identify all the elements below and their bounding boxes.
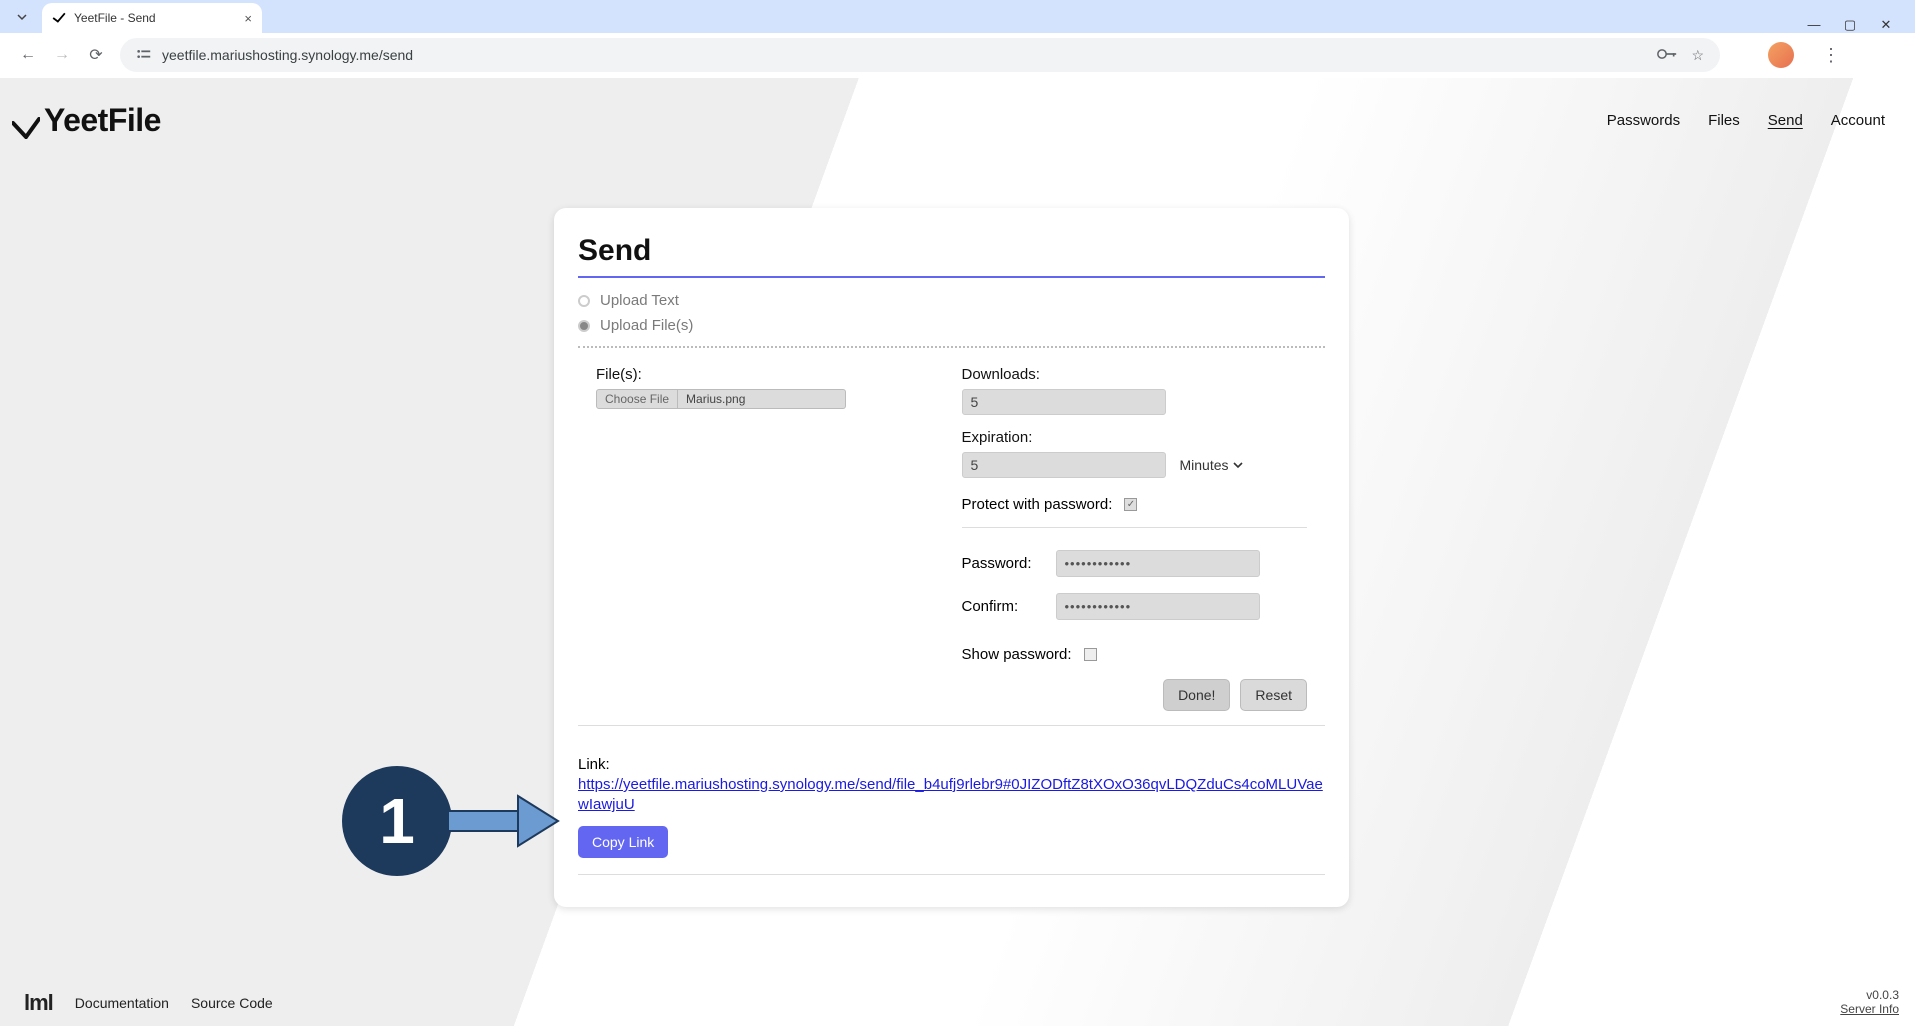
password-input[interactable] (1056, 550, 1260, 577)
separator-3 (578, 874, 1325, 875)
downloads-label: Downloads: (962, 366, 1308, 383)
nav-files[interactable]: Files (1708, 112, 1740, 129)
tab-close-icon[interactable]: × (244, 11, 252, 26)
footer-documentation-link[interactable]: Documentation (75, 995, 169, 1011)
confirm-input[interactable] (1056, 593, 1260, 620)
card-title: Send (578, 234, 1325, 268)
annotation: 1 (342, 766, 568, 876)
expiration-unit-text: Minutes (1180, 457, 1229, 473)
password-section: Password: Confirm: (962, 542, 1308, 628)
window-maximize-icon[interactable]: ▢ (1841, 17, 1859, 33)
nav-forward-icon[interactable]: → (52, 46, 72, 64)
annotation-arrow-icon (448, 786, 568, 856)
browser-tab[interactable]: YeetFile - Send × (42, 3, 262, 33)
logo-icon (12, 110, 40, 132)
url-text: yeetfile.mariushosting.synology.me/send (162, 47, 413, 63)
radio-upload-files-label: Upload File(s) (600, 317, 693, 334)
downloads-input[interactable] (962, 389, 1166, 415)
nav-reload-icon[interactable]: ⟳ (86, 45, 106, 65)
browser-menu-icon[interactable]: ⋮ (1822, 45, 1840, 66)
files-label: File(s): (596, 366, 942, 383)
protect-password-label: Protect with password: (962, 496, 1113, 513)
file-input[interactable]: Choose File Marius.png (596, 389, 846, 409)
nav-passwords[interactable]: Passwords (1607, 112, 1680, 129)
expiration-label: Expiration: (962, 429, 1308, 446)
title-underline (578, 276, 1325, 278)
app-header: YeetFile Passwords Files Send Account (0, 78, 1915, 151)
footer-server-info-link[interactable]: Server Info (1840, 1002, 1899, 1016)
reset-button[interactable]: Reset (1240, 679, 1307, 711)
bookmark-star-icon[interactable]: ☆ (1691, 47, 1704, 64)
window-controls: — ▢ ✕ (1805, 11, 1915, 33)
footer-source-code-link[interactable]: Source Code (191, 995, 273, 1011)
annotation-number: 1 (379, 784, 415, 858)
radio-dot-unselected-icon (578, 295, 590, 307)
nav-back-icon[interactable]: ← (18, 46, 38, 64)
dotted-divider (578, 346, 1325, 348)
browser-titlebar: YeetFile - Send × — ▢ ✕ (0, 0, 1915, 33)
tab-dropdown-icon[interactable] (10, 5, 34, 29)
radio-upload-files[interactable]: Upload File(s) (578, 313, 1325, 338)
link-label: Link: (578, 756, 1325, 773)
window-minimize-icon[interactable]: — (1805, 17, 1823, 33)
radio-dot-selected-icon (578, 320, 590, 332)
expiration-unit-select[interactable]: Minutes (1180, 457, 1243, 473)
logo[interactable]: YeetFile (12, 102, 161, 139)
browser-toolbar: ← → ⟳ yeetfile.mariushosting.synology.me… (0, 33, 1915, 78)
radio-upload-text[interactable]: Upload Text (578, 288, 1325, 313)
tab-favicon-icon (52, 11, 66, 25)
app-footer: lml Documentation Source Code v0.0.3 Ser… (0, 988, 1915, 1026)
app-page: YeetFile Passwords Files Send Account Se… (0, 78, 1915, 1026)
tab-title: YeetFile - Send (74, 11, 156, 25)
main-nav: Passwords Files Send Account (1607, 112, 1885, 129)
logo-text: YeetFile (44, 102, 161, 139)
radio-upload-text-label: Upload Text (600, 292, 679, 309)
expiration-input[interactable] (962, 452, 1166, 478)
profile-avatar[interactable] (1768, 42, 1794, 68)
password-label: Password: (962, 555, 1038, 572)
right-column: Downloads: Expiration: Minutes Protect w… (962, 366, 1308, 663)
password-key-icon[interactable] (1657, 47, 1677, 63)
confirm-label: Confirm: (962, 598, 1038, 615)
show-password-label: Show password: (962, 646, 1072, 663)
send-card: Send Upload Text Upload File(s) File(s):… (554, 208, 1349, 907)
left-column: File(s): Choose File Marius.png (596, 366, 942, 663)
url-bar[interactable]: yeetfile.mariushosting.synology.me/send … (120, 38, 1720, 72)
nav-account[interactable]: Account (1831, 112, 1885, 129)
protect-password-checkbox[interactable]: ✓ (1124, 498, 1137, 511)
separator (962, 527, 1308, 528)
window-close-icon[interactable]: ✕ (1877, 17, 1895, 33)
footer-logo: lml (24, 990, 53, 1016)
generated-link[interactable]: https://yeetfile.mariushosting.synology.… (578, 775, 1325, 816)
chevron-down-icon (1233, 461, 1243, 469)
annotation-number-circle: 1 (342, 766, 452, 876)
site-settings-icon[interactable] (136, 47, 152, 64)
link-section: Link: https://yeetfile.mariushosting.syn… (578, 740, 1325, 875)
choose-file-button[interactable]: Choose File (596, 389, 678, 409)
done-button[interactable]: Done! (1163, 679, 1230, 711)
show-password-checkbox[interactable] (1084, 648, 1097, 661)
nav-send[interactable]: Send (1768, 112, 1803, 129)
copy-link-button[interactable]: Copy Link (578, 826, 668, 858)
separator-2 (578, 725, 1325, 726)
chosen-file-name: Marius.png (678, 389, 846, 409)
tab-region: YeetFile - Send × (10, 3, 262, 33)
footer-version: v0.0.3 (1840, 988, 1899, 1002)
